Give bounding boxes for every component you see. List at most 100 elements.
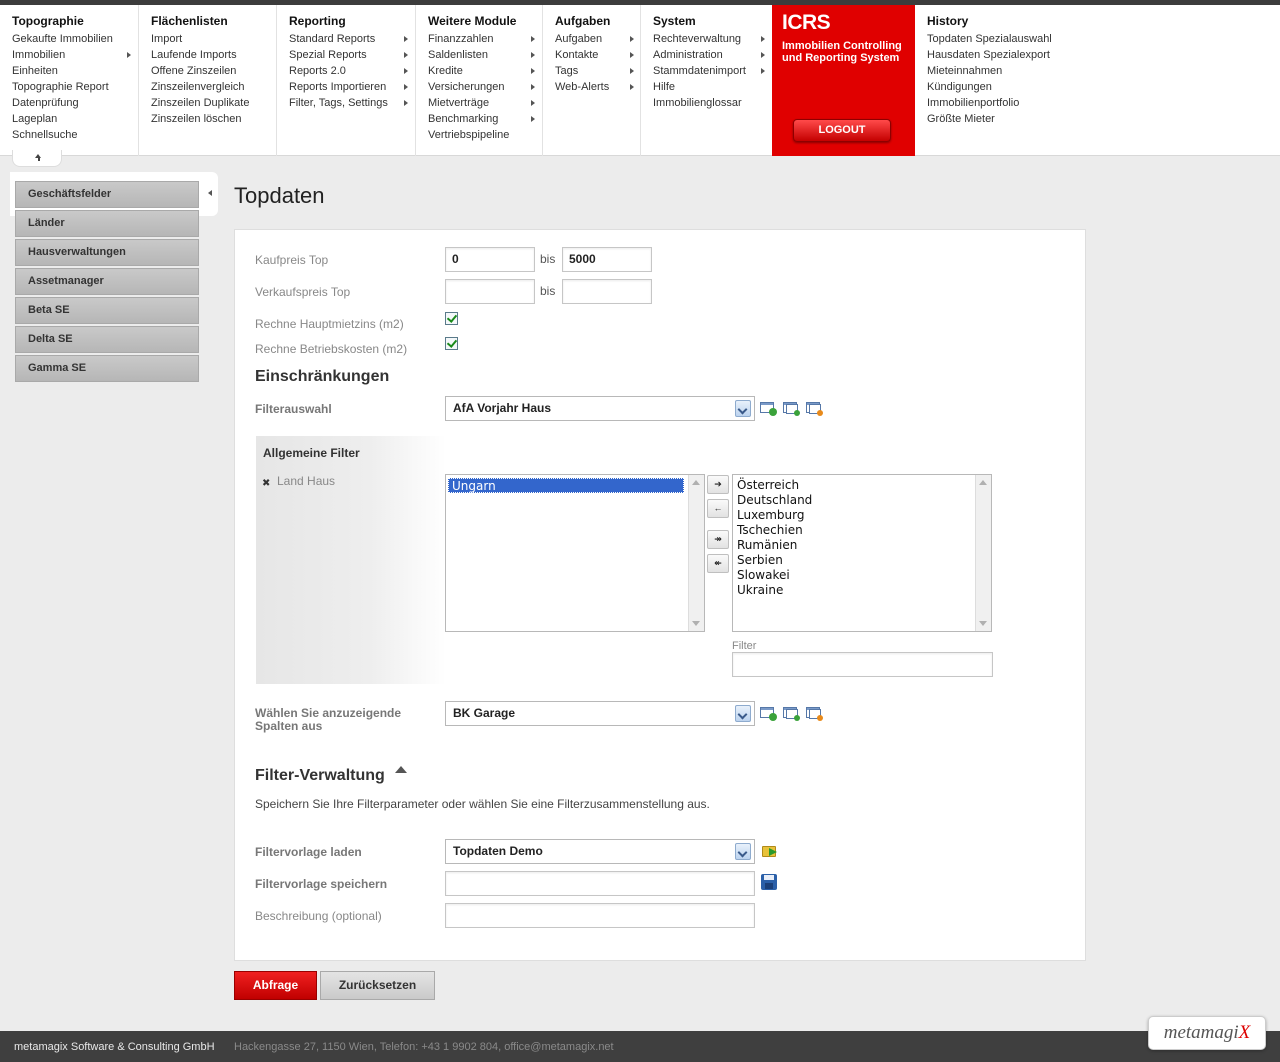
nav-item[interactable]: Immobilienportfolio xyxy=(927,95,1280,111)
sidebar-item-assetmanager[interactable]: Assetmanager xyxy=(15,268,199,295)
list-filter-input[interactable] xyxy=(732,652,993,677)
nav-item[interactable]: Kündigungen xyxy=(927,79,1280,95)
collapse-nav-tab[interactable] xyxy=(12,150,62,167)
nav-item[interactable]: Aufgaben xyxy=(555,31,640,47)
nav-item[interactable]: Saldenlisten xyxy=(428,47,542,63)
scrollbar[interactable] xyxy=(688,475,704,631)
add-column-set-icon[interactable] xyxy=(759,705,777,721)
nav-item[interactable]: Lageplan xyxy=(12,111,138,127)
close-icon[interactable]: ✖ xyxy=(262,478,270,489)
verkaufspreis-to-input[interactable] xyxy=(562,279,652,304)
add-filter-icon[interactable] xyxy=(759,400,777,416)
nav-item[interactable]: Topographie Report xyxy=(12,79,138,95)
nav-item[interactable]: Zinszeilen Duplikate xyxy=(151,95,276,111)
nav-item[interactable]: Offene Zinszeilen xyxy=(151,63,276,79)
logout-button[interactable]: LOGOUT xyxy=(793,119,891,142)
nav-item[interactable]: Web-Alerts xyxy=(555,79,640,95)
filtervorlage-laden-select[interactable]: Topdaten Demo xyxy=(445,839,755,864)
nav-heading[interactable]: Aufgaben xyxy=(555,13,640,30)
sidebar-item-geschaeftsfelder[interactable]: Geschäftsfelder xyxy=(15,181,199,208)
nav-item[interactable]: Hilfe xyxy=(653,79,772,95)
nav-item[interactable]: Mietverträge xyxy=(428,95,542,111)
nav-item[interactable]: Reports 2.0 xyxy=(289,63,415,79)
sidebar-item-gamma-se[interactable]: Gamma SE xyxy=(15,355,199,382)
list-item[interactable]: Rumänien xyxy=(734,538,971,553)
nav-column-topographie: Topographie Gekaufte Immobilien Immobili… xyxy=(0,5,139,156)
collapse-up-icon[interactable] xyxy=(395,766,407,773)
edit-filter-icon[interactable] xyxy=(782,400,800,416)
delete-filter-icon[interactable] xyxy=(805,400,823,416)
nav-item[interactable]: Finanzzahlen xyxy=(428,31,542,47)
nav-item[interactable]: Reports Importieren xyxy=(289,79,415,95)
move-all-left-button[interactable]: ↞ xyxy=(707,554,729,573)
nav-item[interactable]: Spezial Reports xyxy=(289,47,415,63)
nav-item[interactable]: Einheiten xyxy=(12,63,138,79)
edit-column-set-icon[interactable] xyxy=(782,705,800,721)
filterauswahl-select[interactable]: AfA Vorjahr Haus xyxy=(445,396,755,421)
nav-item[interactable]: Versicherungen xyxy=(428,79,542,95)
nav-heading[interactable]: Topographie xyxy=(12,13,138,30)
metamagix-logo[interactable]: metamagiX xyxy=(1148,1016,1266,1050)
nav-heading[interactable]: History xyxy=(927,13,1280,30)
list-item[interactable]: Deutschland xyxy=(734,493,971,508)
sidebar-item-beta-se[interactable]: Beta SE xyxy=(15,297,199,324)
nav-item[interactable]: Kontakte xyxy=(555,47,640,63)
list-item[interactable]: Luxemburg xyxy=(734,508,971,523)
nav-item[interactable]: Hausdaten Spezialexport xyxy=(927,47,1280,63)
nav-item[interactable]: Gekaufte Immobilien xyxy=(12,31,138,47)
save-icon[interactable] xyxy=(761,874,777,890)
beschreibung-input[interactable] xyxy=(445,903,755,928)
nav-item[interactable]: Immobilienglossar xyxy=(653,95,772,111)
nav-item[interactable]: Mieteinnahmen xyxy=(927,63,1280,79)
nav-item[interactable]: Topdaten Spezialauswahl xyxy=(927,31,1280,47)
reset-button[interactable]: Zurücksetzen xyxy=(320,971,435,1000)
nav-item[interactable]: Filter, Tags, Settings xyxy=(289,95,415,111)
nav-item[interactable]: Import xyxy=(151,31,276,47)
nav-item[interactable]: Rechteverwaltung xyxy=(653,31,772,47)
list-item[interactable]: Tschechien xyxy=(734,523,971,538)
nav-item[interactable]: Größte Mieter xyxy=(927,111,1280,127)
nav-item[interactable]: Tags xyxy=(555,63,640,79)
nav-item[interactable]: Datenprüfung xyxy=(12,95,138,111)
filtervorlage-speichern-input[interactable] xyxy=(445,871,755,896)
nav-heading[interactable]: Flächenlisten xyxy=(151,13,276,30)
sidebar-item-delta-se[interactable]: Delta SE xyxy=(15,326,199,353)
nav-item[interactable]: Standard Reports xyxy=(289,31,415,47)
list-item[interactable]: Ukraine xyxy=(734,583,971,598)
abfrage-button[interactable]: Abfrage xyxy=(234,971,317,1000)
move-all-right-button[interactable]: ↠ xyxy=(707,530,729,549)
nav-item[interactable]: Zinszeilenvergleich xyxy=(151,79,276,95)
nav-item[interactable]: Administration xyxy=(653,47,772,63)
betriebskosten-checkbox[interactable] xyxy=(445,337,458,350)
nav-heading[interactable]: Weitere Module xyxy=(428,13,542,30)
nav-item[interactable]: Zinszeilen löschen xyxy=(151,111,276,127)
sidebar-item-hausverwaltungen[interactable]: Hausverwaltungen xyxy=(15,239,199,266)
nav-heading[interactable]: System xyxy=(653,13,772,30)
sidebar-collapse-icon[interactable] xyxy=(208,190,212,196)
load-template-icon[interactable] xyxy=(762,843,779,858)
nav-item[interactable]: Kredite xyxy=(428,63,542,79)
nav-heading[interactable]: Reporting xyxy=(289,13,415,30)
available-values-list[interactable]: Österreich Deutschland Luxemburg Tschech… xyxy=(732,474,992,632)
nav-item[interactable]: Laufende Imports xyxy=(151,47,276,63)
kaufpreis-from-input[interactable]: 0 xyxy=(445,247,535,272)
delete-column-set-icon[interactable] xyxy=(805,705,823,721)
scrollbar[interactable] xyxy=(975,475,991,631)
verkaufspreis-from-input[interactable] xyxy=(445,279,535,304)
kaufpreis-to-input[interactable]: 5000 xyxy=(562,247,652,272)
selected-values-list[interactable]: Ungarn xyxy=(445,474,705,632)
nav-item[interactable]: Stammdatenimport xyxy=(653,63,772,79)
move-right-button[interactable]: ➔ xyxy=(707,475,729,494)
spalten-select[interactable]: BK Garage xyxy=(445,701,755,726)
list-item[interactable]: Serbien xyxy=(734,553,971,568)
list-item[interactable]: Slowakei xyxy=(734,568,971,583)
list-item-selected[interactable]: Ungarn xyxy=(448,478,684,493)
nav-item[interactable]: Benchmarking xyxy=(428,111,542,127)
nav-item[interactable]: Vertriebspipeline xyxy=(428,127,542,143)
nav-item[interactable]: Immobilien xyxy=(12,47,138,63)
sidebar-item-laender[interactable]: Länder xyxy=(15,210,199,237)
move-left-button[interactable]: ← xyxy=(707,499,729,518)
nav-item[interactable]: Schnellsuche xyxy=(12,127,138,143)
list-item[interactable]: Österreich xyxy=(734,478,971,493)
hauptmietzins-checkbox[interactable] xyxy=(445,312,458,325)
